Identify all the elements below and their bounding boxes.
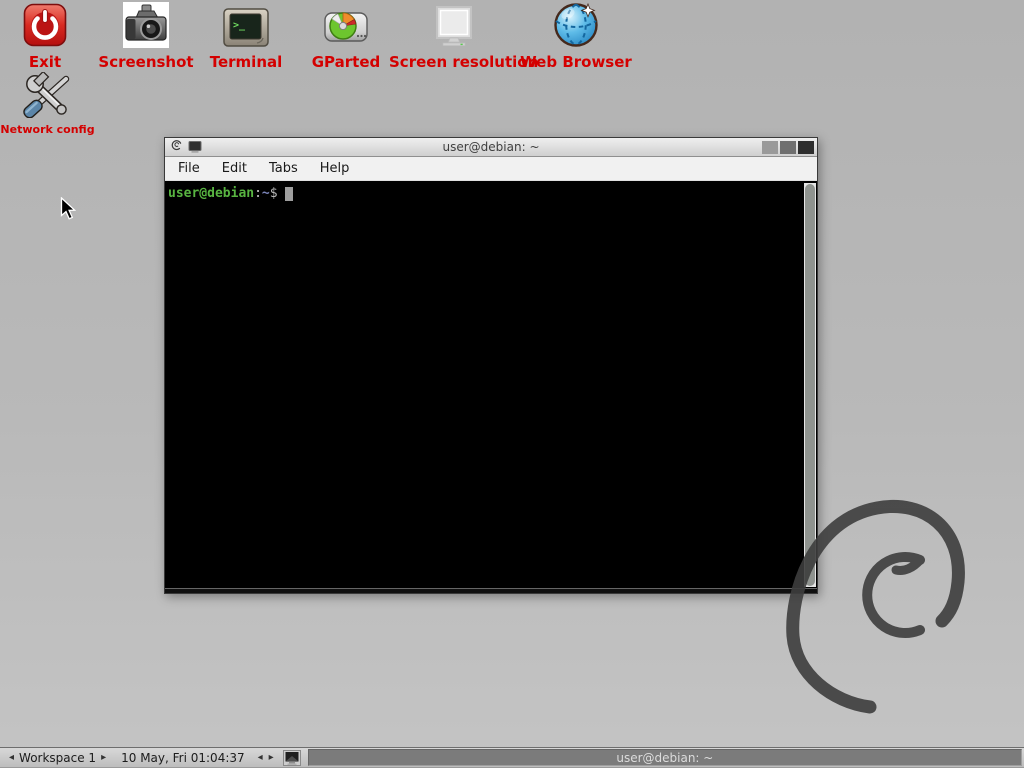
close-button[interactable] xyxy=(798,141,814,154)
minimize-button[interactable] xyxy=(762,141,778,154)
disk-partition-icon xyxy=(306,0,386,48)
tasklist-prev-button[interactable]: ◂ xyxy=(255,749,266,767)
task-button-label: user@debian: ~ xyxy=(616,751,713,765)
desktop-icon-label: Web Browser xyxy=(516,53,636,71)
desktop-icon-terminal[interactable]: >_ Terminal xyxy=(206,0,286,71)
shell-prompt: user@debian:~$ xyxy=(165,182,817,202)
menu-file[interactable]: File xyxy=(170,158,208,179)
monitor-icon xyxy=(389,0,519,48)
desktop-icon-network-config[interactable]: Network config xyxy=(0,70,95,136)
desktop-icon-label: Screen resolution xyxy=(389,53,519,71)
show-desktop-icon[interactable] xyxy=(283,750,301,766)
svg-text:>_: >_ xyxy=(233,20,246,31)
terminal-scrollbar[interactable] xyxy=(804,183,816,587)
globe-icon xyxy=(516,0,636,48)
window-menubar: File Edit Tabs Help xyxy=(165,157,817,181)
desktop-icon-label: Exit xyxy=(5,53,85,71)
taskbar: ◂ Workspace 1 ▸ 10 May, Fri 01:04:37 ◂ ▸… xyxy=(0,747,1024,768)
crt-monitor-icon: >_ xyxy=(206,0,286,48)
prompt-path: ~ xyxy=(262,186,270,201)
menu-tabs[interactable]: Tabs xyxy=(261,158,306,179)
desktop-icon-gparted[interactable]: GParted xyxy=(306,0,386,71)
prompt-user-host: user@debian xyxy=(168,186,254,201)
terminal-content[interactable]: user@debian:~$ xyxy=(165,182,817,593)
desktop-icon-exit[interactable]: Exit xyxy=(5,0,85,71)
scrollbar-thumb[interactable] xyxy=(805,184,815,586)
mouse-pointer-icon xyxy=(60,197,78,227)
window-titlebar[interactable]: user@debian: ~ xyxy=(165,138,817,157)
window-title: user@debian: ~ xyxy=(165,140,817,154)
menu-edit[interactable]: Edit xyxy=(214,158,255,179)
desktop-icon-screen-resolution[interactable]: Screen resolution xyxy=(389,0,519,71)
workspace-label[interactable]: Workspace 1 xyxy=(19,751,96,765)
desktop-icon-label: Screenshot xyxy=(96,53,196,71)
terminal-window: user@debian: ~ File Edit Tabs Help user@… xyxy=(164,137,818,594)
tasklist-next-button[interactable]: ▸ xyxy=(266,749,277,767)
desktop-icon-label: Terminal xyxy=(206,53,286,71)
desktop-icon-web-browser[interactable]: Web Browser xyxy=(516,0,636,71)
terminal-cursor xyxy=(285,187,293,201)
camera-icon xyxy=(96,0,196,48)
desktop-icon-label: Network config xyxy=(0,123,95,136)
workspace-prev-button[interactable]: ◂ xyxy=(6,749,17,767)
desktop-icon-label: GParted xyxy=(306,53,386,71)
menu-help[interactable]: Help xyxy=(312,158,358,179)
workspace-next-button[interactable]: ▸ xyxy=(98,749,109,767)
task-button-terminal[interactable]: user@debian: ~ xyxy=(308,749,1022,766)
window-bottom-edge xyxy=(165,588,817,593)
prompt-separator: : xyxy=(254,186,262,201)
taskbar-clock: 10 May, Fri 01:04:37 xyxy=(121,751,245,765)
desktop-icon-screenshot[interactable]: Screenshot xyxy=(96,0,196,71)
power-icon xyxy=(5,0,85,48)
maximize-button[interactable] xyxy=(780,141,796,154)
prompt-symbol: $ xyxy=(270,186,278,201)
tools-icon xyxy=(0,70,95,118)
